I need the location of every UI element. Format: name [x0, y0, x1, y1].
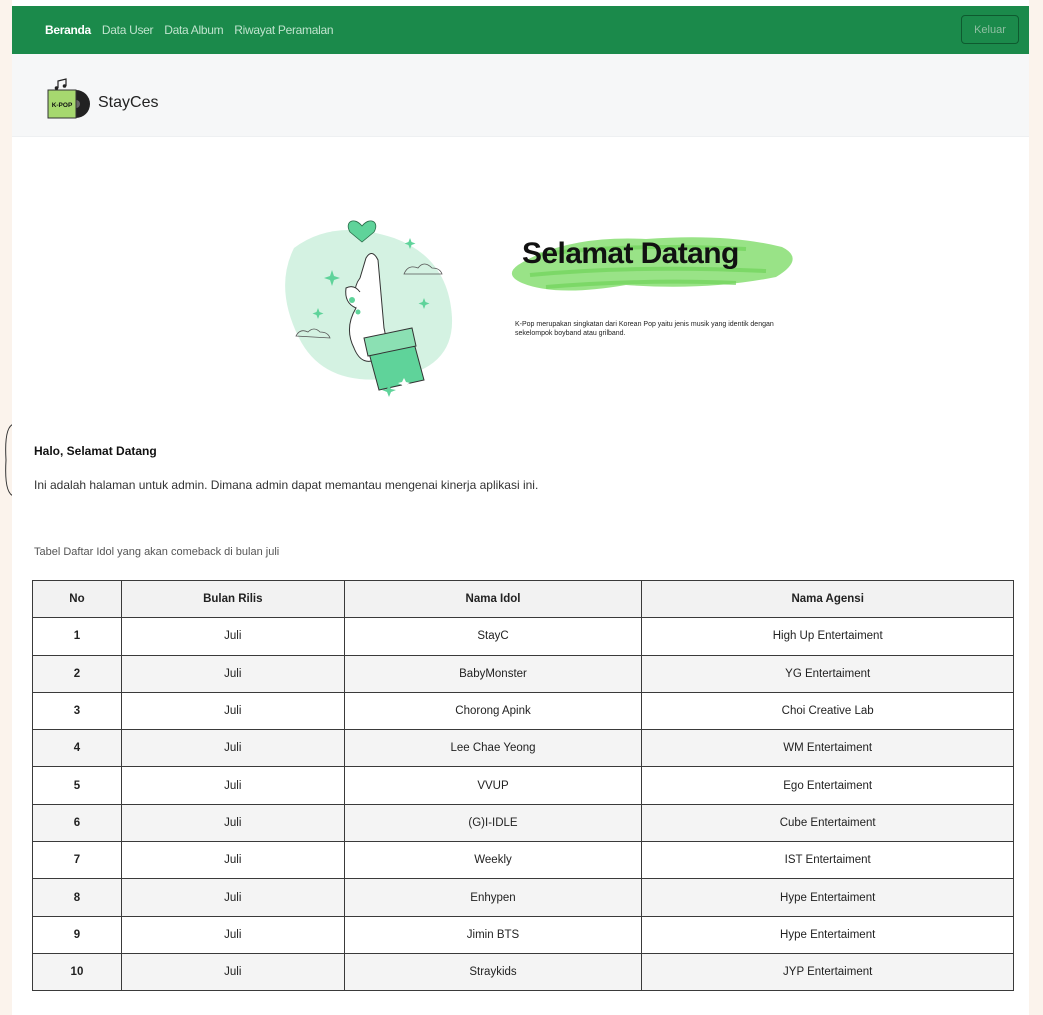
table-row: 8 Juli Enhypen Hype Entertaiment	[32, 878, 1014, 917]
cell-no: 5	[32, 766, 122, 805]
cell-bulan-rilis: Juli	[120, 654, 345, 693]
cell-no: 7	[32, 841, 122, 880]
cell-bulan-rilis: Juli	[120, 878, 345, 917]
cell-no: 6	[32, 803, 122, 843]
cell-bulan-rilis: Juli	[120, 691, 345, 731]
cell-nama-agensi: IST Entertaiment	[641, 841, 1014, 880]
cell-nama-agensi: JYP Entertaiment	[641, 952, 1014, 992]
cell-nama-idol: Lee Chae Yeong	[343, 729, 643, 768]
cell-bulan-rilis: Juli	[120, 915, 345, 954]
cell-nama-agensi: Choi Creative Lab	[641, 691, 1014, 731]
cell-nama-agensi: High Up Entertaiment	[641, 617, 1014, 656]
cell-no: 3	[32, 691, 122, 731]
page-frame: Beranda Data User Data Album Riwayat Per…	[12, 0, 1029, 1015]
cell-no: 1	[32, 617, 122, 656]
cell-nama-agensi: Cube Entertaiment	[641, 803, 1014, 843]
cell-bulan-rilis: Juli	[120, 952, 345, 992]
cell-bulan-rilis: Juli	[120, 617, 345, 656]
table-row: 2 Juli BabyMonster YG Entertaiment	[32, 654, 1014, 693]
table-row: 7 Juli Weekly IST Entertaiment	[32, 841, 1014, 880]
finger-heart-illustration	[285, 220, 453, 397]
table-row: 5 Juli VVUP Ego Entertaiment	[32, 766, 1014, 805]
table-row: 9 Juli Jimin BTS Hype Entertaiment	[32, 915, 1014, 954]
cell-nama-idol: VVUP	[343, 766, 643, 805]
brand-bar: K-POP StayCes	[12, 54, 1029, 137]
cell-nama-idol: (G)I-IDLE	[343, 803, 643, 843]
cell-nama-agensi: Hype Entertaiment	[641, 878, 1014, 917]
cell-no: 9	[32, 915, 122, 954]
cell-no: 8	[32, 878, 122, 917]
greeting-title: Halo, Selamat Datang	[34, 444, 157, 458]
table-row: 1 Juli StayC High Up Entertaiment	[32, 617, 1014, 656]
cell-bulan-rilis: Juli	[120, 803, 345, 843]
cell-nama-idol: Straykids	[343, 952, 643, 992]
cell-nama-agensi: Hype Entertaiment	[641, 915, 1014, 954]
table-header-row: No Bulan Rilis Nama Idol Nama Agensi	[32, 579, 1014, 619]
hero-title: Selamat Datang	[522, 237, 739, 270]
header-nama-idol: Nama Idol	[343, 579, 643, 619]
top-navbar: Beranda Data User Data Album Riwayat Per…	[12, 6, 1029, 54]
header-nama-agensi: Nama Agensi	[641, 579, 1014, 619]
cell-nama-agensi: YG Entertaiment	[641, 654, 1014, 693]
cell-nama-agensi: WM Entertaiment	[641, 729, 1014, 768]
hero-banner: Selamat Datang K-Pop merupakan singkatan…	[506, 225, 806, 355]
table-row: 10 Juli Straykids JYP Entertaiment	[32, 952, 1014, 992]
cell-no: 2	[32, 654, 122, 693]
table-caption: Tabel Daftar Idol yang akan comeback di …	[34, 546, 280, 558]
table-row: 4 Juli Lee Chae Yeong WM Entertaiment	[32, 729, 1014, 768]
nav-link-beranda[interactable]: Beranda	[45, 23, 91, 37]
music-vinyl-icon[interactable]: K-POP	[46, 78, 92, 124]
cell-bulan-rilis: Juli	[120, 841, 345, 880]
greeting-text: Ini adalah halaman untuk admin. Dimana a…	[34, 478, 539, 492]
nav-link-data-album[interactable]: Data Album	[164, 23, 223, 37]
idol-comeback-table: No Bulan Rilis Nama Idol Nama Agensi 1 J…	[32, 579, 1014, 992]
cell-nama-idol: Jimin BTS	[343, 915, 643, 954]
cell-no: 10	[32, 952, 122, 992]
cell-nama-idol: Weekly	[343, 841, 643, 880]
cell-nama-idol: Chorong Apink	[343, 691, 643, 731]
cell-nama-idol: Enhypen	[343, 878, 643, 917]
cell-bulan-rilis: Juli	[120, 729, 345, 768]
cell-bulan-rilis: Juli	[120, 766, 345, 805]
nav-link-data-user[interactable]: Data User	[102, 23, 154, 37]
cell-nama-idol: StayC	[343, 617, 643, 656]
nav-links: Beranda Data User Data Album Riwayat Per…	[45, 23, 334, 37]
cell-no: 4	[32, 729, 122, 768]
cell-nama-agensi: Ego Entertaiment	[641, 766, 1014, 805]
header-bulan-rilis: Bulan Rilis	[120, 579, 345, 619]
table-row: 3 Juli Chorong Apink Choi Creative Lab	[32, 691, 1014, 731]
hero-description: K-Pop merupakan singkatan dari Korean Po…	[515, 321, 774, 337]
logo-text: K-POP	[52, 102, 73, 109]
cell-nama-idol: BabyMonster	[343, 654, 643, 693]
brand-name[interactable]: StayCes	[98, 94, 158, 112]
nav-link-riwayat-peramalan[interactable]: Riwayat Peramalan	[234, 23, 333, 37]
table-row: 6 Juli (G)I-IDLE Cube Entertaiment	[32, 803, 1014, 843]
header-no: No	[32, 579, 122, 619]
logout-button[interactable]: Keluar	[961, 15, 1019, 44]
